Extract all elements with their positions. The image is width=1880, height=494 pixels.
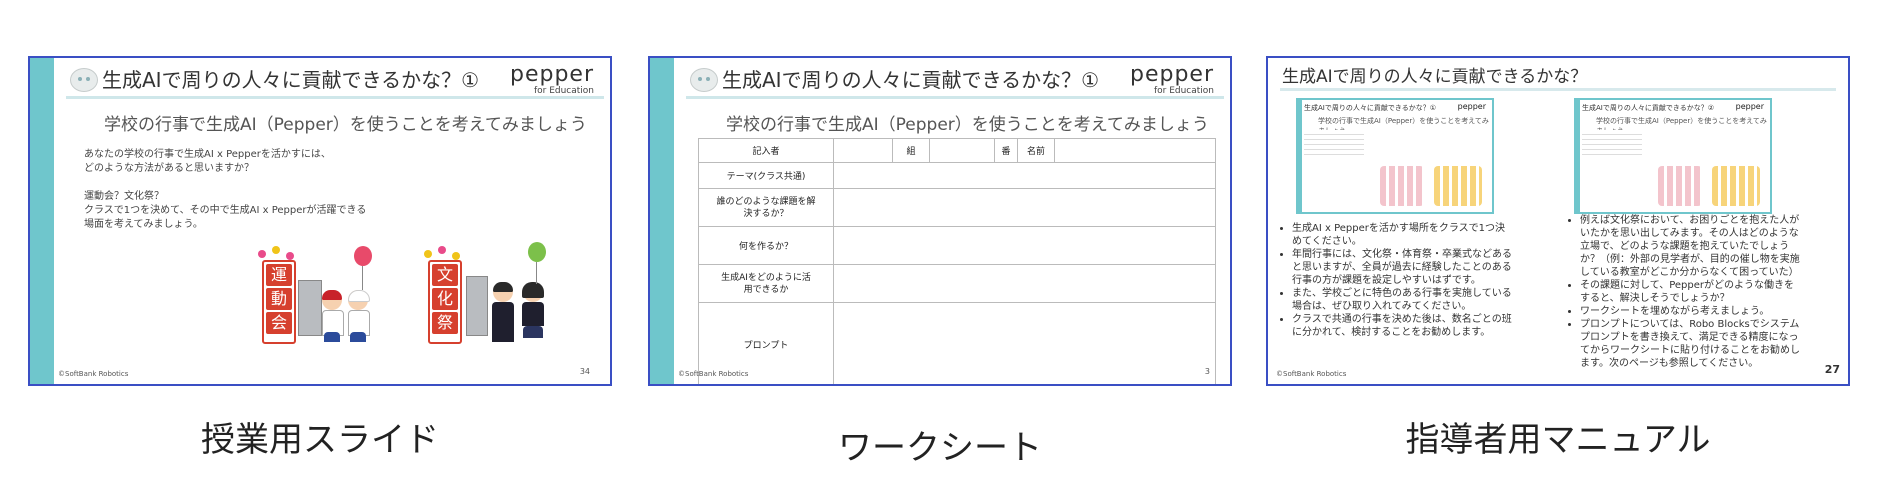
manual-slide-thumb-1: 生成AIで周りの人々に貢献できるかな？① 学校の行事で生成AI（Pepper）を… (1296, 98, 1494, 214)
theme-label: テーマ(クラス共通) (698, 162, 834, 189)
cultural-festival-mini-icon (1712, 166, 1760, 206)
balloon-icon (528, 242, 546, 262)
use-field[interactable] (833, 264, 1216, 303)
student-girl-uniform-icon (520, 282, 546, 346)
slide-page-number: 34 (579, 367, 590, 376)
worksheet-subtitle: 学校の行事で生成AI（Pepper）を使うことを考えてみましょう (726, 115, 1209, 135)
slide-title: 生成AIで周りの人々に貢献できるかな？① (102, 68, 480, 92)
caption-manual: 指導者用マニュアル (1405, 420, 1711, 460)
class-field[interactable] (833, 138, 893, 163)
cultural-festival-illustration: 文 化 祭 (424, 242, 554, 350)
student-boy-icon (320, 290, 344, 346)
manual-copyright: ©SoftBank Robotics (1276, 370, 1347, 378)
student-boy-uniform-icon (490, 282, 516, 346)
manual-right-notes: 例えば文化祭において、お困りごとを抱えた人がいたかを思い出してみます。その人はど… (1570, 214, 1802, 370)
recorder-label: 記入者 (698, 138, 834, 163)
manual-left-notes: 生成AI x Pepperを活かす場所をクラスで1つ決めてください。 年間行事に… (1282, 222, 1514, 339)
name-field[interactable] (1054, 138, 1216, 163)
slide-body: あなたの学校の行事で生成AI x Pepperを活かすには、 どのような方法があ… (84, 149, 367, 230)
sports-day-mini-icon (1380, 166, 1424, 206)
balloon-icon (354, 246, 372, 266)
caption-lesson-slide: 授業用スライド (201, 420, 439, 460)
worksheet-copyright: ©SoftBank Robotics (678, 370, 749, 378)
caption-worksheet: ワークシート (838, 428, 1042, 468)
slide-subtitle: 学校の行事で生成AI（Pepper）を使うことを考えてみましょう (104, 115, 587, 135)
pepper-logo: pepper for Education (509, 62, 594, 97)
title-divider (1280, 88, 1836, 91)
use-label: 生成AIをどのように活用できるか (698, 264, 834, 303)
sports-day-illustration: 運 動 会 (258, 246, 378, 350)
manual-title: 生成AIで周りの人々に貢献できるかな？ (1282, 67, 1588, 87)
number-label: 番 (994, 138, 1018, 163)
worksheet-page-number: 3 (1204, 367, 1210, 376)
school-building-icon (298, 280, 322, 336)
sports-day-banner: 運 動 会 (262, 260, 296, 344)
sports-day-mini-icon (1658, 166, 1702, 206)
problem-field[interactable] (833, 188, 1216, 227)
cultural-festival-banner: 文 化 祭 (428, 260, 462, 344)
title-divider (686, 96, 1224, 99)
problem-label: 誰のどのような課題を解決するか？ (698, 188, 834, 227)
name-label: 名前 (1017, 138, 1055, 163)
title-divider (66, 96, 604, 99)
lesson-slide-thumbnail[interactable]: 生成AIで周りの人々に貢献できるかな？① pepper for Educatio… (28, 56, 612, 386)
cultural-festival-mini-icon (1434, 166, 1482, 206)
slide-copyright: ©SoftBank Robotics (58, 370, 129, 378)
student-girl-icon (346, 290, 370, 346)
make-field[interactable] (833, 226, 1216, 265)
manual-page-number: 27 (1824, 363, 1840, 376)
pepper-robot-icon (690, 68, 718, 92)
worksheet-table: 記入者 組 番 名前 テーマ(クラス共通) 誰のどのような課題を解決するか？ 何… (698, 138, 1216, 384)
number-field[interactable] (929, 138, 995, 163)
school-building-icon (466, 276, 488, 336)
theme-field[interactable] (833, 162, 1216, 189)
worksheet-thumbnail[interactable]: 生成AIで周りの人々に貢献できるかな？① pepper for Educatio… (648, 56, 1232, 386)
worksheet-accent-bar (650, 58, 674, 384)
worksheet-title: 生成AIで周りの人々に貢献できるかな？① (722, 68, 1100, 92)
pepper-logo: pepper for Education (1129, 62, 1214, 97)
slide-accent-bar (30, 58, 54, 384)
class-label: 組 (892, 138, 930, 163)
prompt-field[interactable] (833, 302, 1216, 384)
pepper-robot-icon (70, 68, 98, 92)
manual-thumbnail[interactable]: 生成AIで周りの人々に貢献できるかな？ 生成AIで周りの人々に貢献できるかな？①… (1266, 56, 1850, 386)
make-label: 何を作るか？ (698, 226, 834, 265)
manual-slide-thumb-2: 生成AIで周りの人々に貢献できるかな？② 学校の行事で生成AI（Pepper）を… (1574, 98, 1772, 214)
